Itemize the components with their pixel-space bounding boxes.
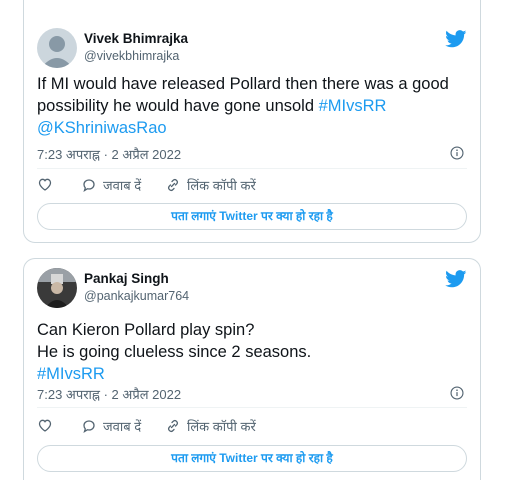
link-icon	[168, 179, 178, 191]
tweet-card[interactable]: Vivek Bhimrajka @vivekbhimrajka If MI wo…	[23, 0, 481, 243]
info-icon[interactable]	[450, 146, 464, 160]
divider	[37, 168, 467, 169]
hashtag-link[interactable]: #MIvsRR	[319, 97, 387, 115]
author-handle[interactable]: @vivekbhimrajka	[84, 49, 179, 63]
tweet-text: Can Kieron Pollard play spin? He is goin…	[37, 319, 477, 385]
reply-label: जवाब दें	[103, 419, 142, 434]
tweet-timestamp[interactable]: 7:23 अपराह्न · 2 अप्रैल 2022	[37, 385, 181, 403]
like-button[interactable]	[37, 176, 53, 192]
reply-button[interactable]: जवाब दें	[81, 176, 141, 194]
copy-link-button[interactable]: लिंक कॉपी करें	[165, 176, 256, 194]
tweet-text-body: If MI would have released Pollard then t…	[37, 75, 449, 115]
reply-label: जवाब दें	[103, 178, 142, 193]
tweet-header: Pankaj Singh @pankajkumar764	[37, 268, 467, 308]
heart-icon	[38, 419, 52, 432]
explore-twitter-button[interactable]: पता लगाएं Twitter पर क्या हो रहा है	[37, 203, 467, 230]
author-name[interactable]: Pankaj Singh	[84, 271, 169, 286]
info-icon[interactable]	[450, 386, 464, 400]
reply-icon	[83, 420, 95, 433]
tweet-text-body: Can Kieron Pollard play spin? He is goin…	[37, 321, 312, 361]
copy-link-button[interactable]: लिंक कॉपी करें	[165, 417, 256, 435]
tweet-timestamp[interactable]: 7:23 अपराह्न · 2 अप्रैल 2022	[37, 145, 181, 163]
explore-twitter-button[interactable]: पता लगाएं Twitter पर क्या हो रहा है	[37, 445, 467, 472]
hashtag-link[interactable]: #MIvsRR	[37, 365, 105, 383]
like-button[interactable]	[37, 417, 53, 433]
mention-link[interactable]: @KShriniwasRao	[37, 119, 167, 137]
reply-button[interactable]: जवाब दें	[81, 417, 141, 435]
link-icon	[168, 420, 178, 432]
twitter-bird-icon[interactable]	[445, 30, 467, 48]
author-handle[interactable]: @pankajkumar764	[84, 289, 189, 303]
tweet-actions: जवाब दें लिंक कॉपी करें	[37, 417, 457, 437]
reply-icon	[83, 179, 95, 192]
copy-link-label: लिंक कॉपी करें	[187, 178, 256, 193]
avatar[interactable]	[37, 28, 77, 68]
tweet-text: If MI would have released Pollard then t…	[37, 73, 477, 139]
tweet-actions: जवाब दें लिंक कॉपी करें	[37, 176, 457, 196]
divider	[37, 407, 467, 408]
heart-icon	[38, 178, 52, 191]
avatar[interactable]	[37, 268, 77, 308]
tweet-card[interactable]: Pankaj Singh @pankajkumar764 Can Kieron …	[23, 258, 481, 480]
author-name[interactable]: Vivek Bhimrajka	[84, 31, 188, 46]
tweet-header: Vivek Bhimrajka @vivekbhimrajka	[37, 28, 467, 68]
copy-link-label: लिंक कॉपी करें	[187, 419, 256, 434]
twitter-bird-icon[interactable]	[445, 270, 467, 288]
